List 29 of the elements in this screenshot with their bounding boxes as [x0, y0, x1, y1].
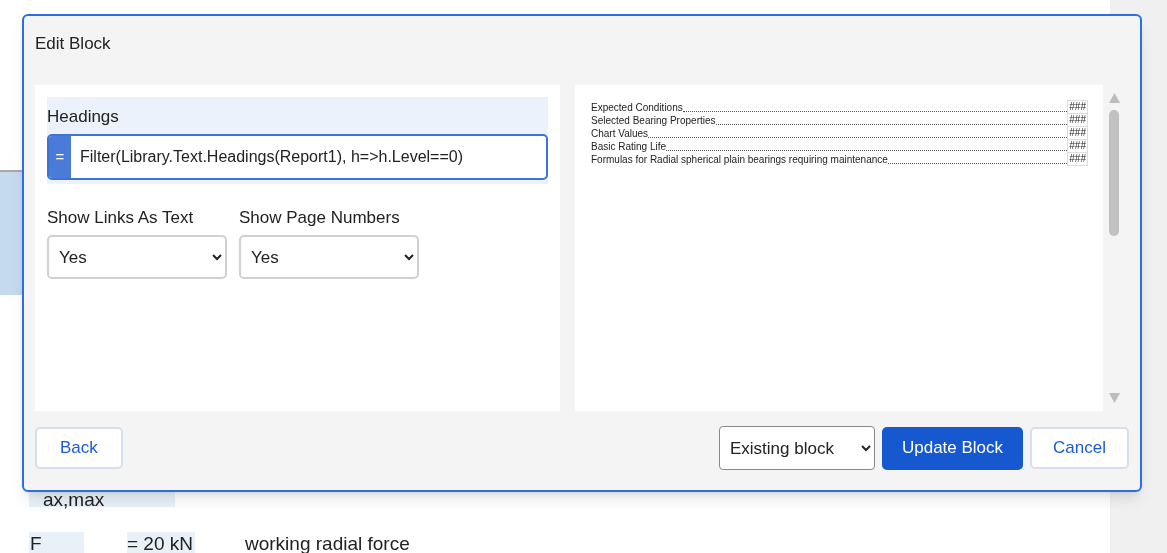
equals-prefix: =	[49, 136, 71, 178]
toc-entry-title: Expected Conditions	[591, 102, 683, 114]
formula-text: Filter(Library.Text.Headings(Report1), h=>h.Level==0)	[79, 147, 463, 167]
toc-entry-title: Chart Values	[591, 128, 649, 140]
page-number: ###	[1067, 152, 1088, 166]
toc-entry-title: Basic Rating Life	[591, 141, 667, 153]
scroll-up-icon[interactable]	[1109, 93, 1120, 103]
back-button[interactable]: Back	[35, 427, 123, 469]
toc-entry-title: Selected Bearing Properties	[591, 115, 716, 127]
formula-field[interactable]: = Filter(Library.Text.Headings(Report1), h=>h.Level==0)	[47, 134, 548, 180]
option-label: Show Links As Text	[47, 208, 195, 228]
update-block-button[interactable]: Update Block	[881, 426, 1024, 470]
value-text: = 20 kN	[127, 532, 195, 553]
field-label: Headings	[47, 106, 119, 128]
option-select[interactable]: Yes	[239, 235, 419, 279]
scroll-thumb[interactable]	[1109, 110, 1119, 236]
page-number: ###	[1067, 113, 1088, 127]
page-number: ###	[1067, 126, 1088, 140]
scroll-down-icon[interactable]	[1109, 393, 1120, 403]
option-label: Show Page Numbers	[239, 208, 401, 228]
symbol-text: F	[29, 532, 84, 553]
dialog-title: Edit Block	[35, 33, 111, 55]
cancel-button[interactable]: Cancel	[1030, 427, 1129, 469]
block-mode-select[interactable]: Existing block	[718, 426, 875, 470]
option-select[interactable]: Yes	[47, 235, 227, 279]
formula-text: ax,max	[43, 493, 105, 507]
page-number: ###	[1067, 139, 1088, 153]
toc-entry-title: Formulas for Radial spherical plain bearings requiring maintenance	[591, 154, 888, 166]
page-number: ###	[1067, 100, 1088, 114]
